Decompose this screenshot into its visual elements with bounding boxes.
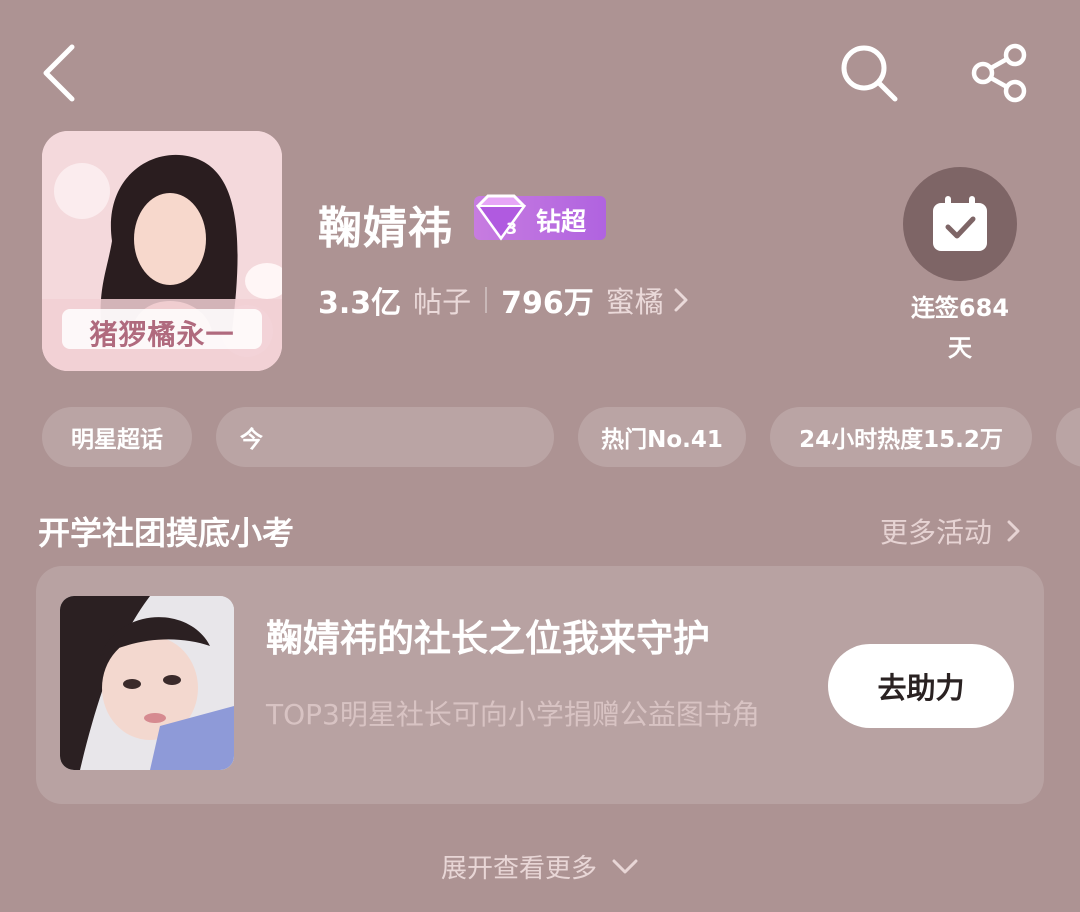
chevron-right-icon (1007, 520, 1020, 542)
chip-overflow[interactable] (1056, 407, 1080, 467)
chip-hot-rank[interactable]: 热门No.41 (578, 407, 746, 467)
posts-count: 3.3亿 (318, 286, 402, 321)
checkin-streak: 连签684 天 (890, 288, 1030, 368)
share-icon (971, 43, 1027, 103)
chevron-down-icon (612, 859, 638, 873)
chip-star-topic[interactable]: 明星超话 (42, 407, 192, 467)
checkin-button[interactable] (903, 167, 1017, 281)
chevron-left-icon (43, 44, 75, 102)
diamond-icon: 3 (476, 194, 526, 241)
activity-image (60, 596, 234, 770)
activity-description: TOP3明星社长可向小学捐赠公益图书角 (266, 698, 760, 731)
expand-more-button[interactable]: 展开查看更多 (0, 848, 1080, 885)
topic-avatar[interactable]: 猪猡橘永一 (42, 131, 282, 371)
chip-24h-heat[interactable]: 24小时热度15.2万 (770, 407, 1032, 467)
topic-stats[interactable]: 3.3亿 帖子 796万 蜜橘 (318, 280, 688, 321)
svg-text:3: 3 (506, 219, 517, 238)
checkin-line1: 连签684 (910, 294, 1010, 322)
search-icon (841, 45, 898, 102)
more-activities-label: 更多活动 (880, 516, 993, 549)
chip-today[interactable]: 今 (216, 407, 554, 467)
back-button[interactable] (30, 38, 90, 108)
stats-divider (485, 287, 488, 313)
diamond-badge[interactable]: 3 钻超 (474, 194, 606, 241)
topic-name: 鞠婧祎 (318, 203, 453, 254)
expand-more-label: 展开查看更多 (440, 854, 597, 884)
more-activities-link[interactable]: 更多活动 (880, 511, 1026, 551)
help-button[interactable]: 去助力 (828, 644, 1014, 728)
share-button[interactable] (964, 38, 1036, 108)
checkin-line2: 天 (948, 334, 972, 362)
chevron-right-icon (674, 288, 688, 312)
search-button[interactable] (834, 38, 904, 108)
activity-title: 鞠婧祎的社长之位我来守护 (266, 617, 710, 660)
posts-label: 帖子 (413, 285, 472, 319)
fans-label: 蜜橘 (605, 285, 664, 319)
section-title: 开学社团摸底小考 (38, 514, 295, 552)
fans-count: 796万 (501, 286, 594, 321)
avatar-caption: 猪猡橘永一 (89, 318, 235, 351)
badge-label: 钻超 (536, 207, 587, 236)
chip-today-label: 今 (240, 427, 263, 453)
calendar-check-icon (933, 196, 987, 251)
